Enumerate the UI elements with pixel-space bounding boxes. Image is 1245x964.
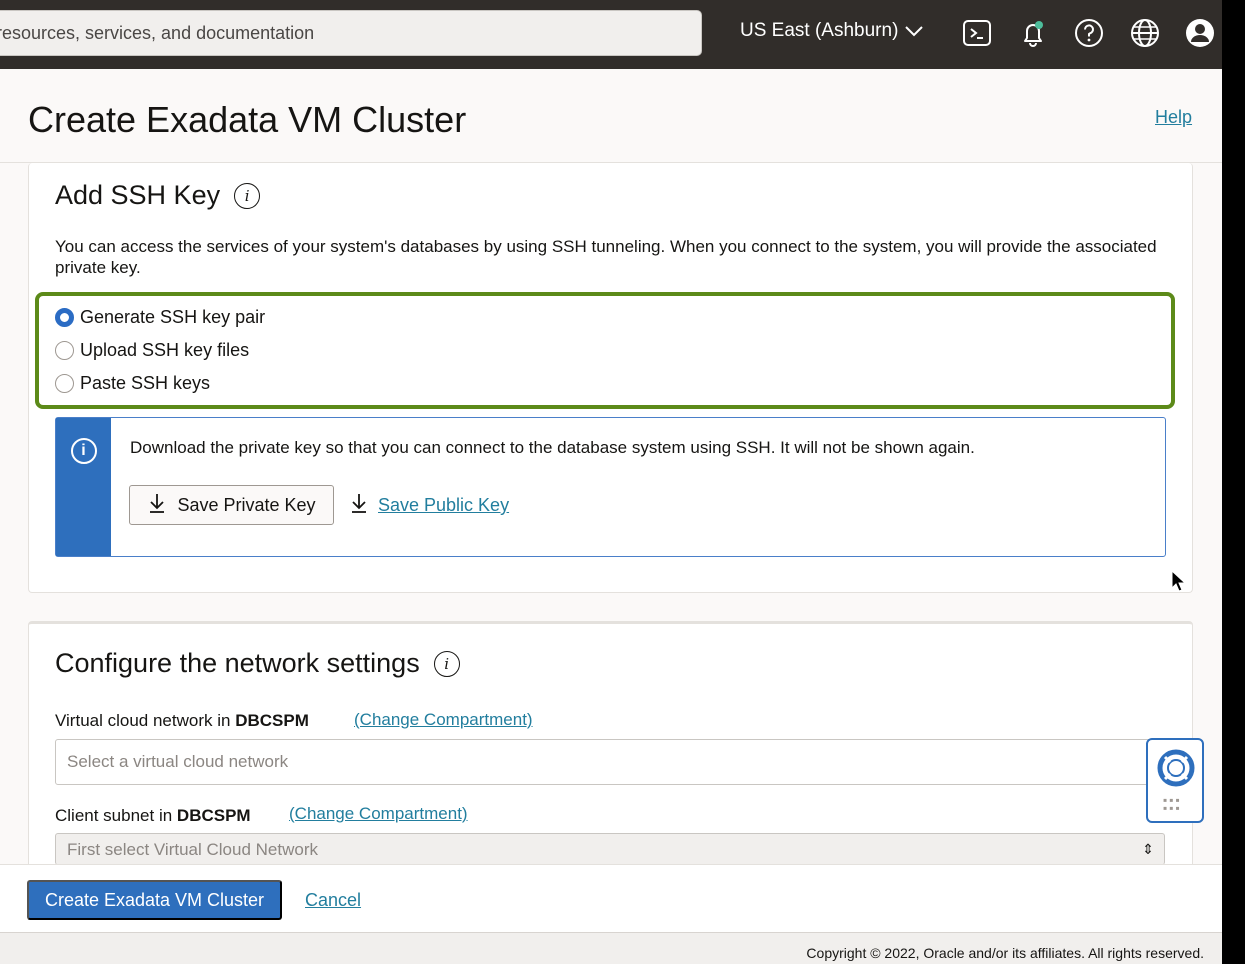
cloud-shell-icon[interactable] xyxy=(960,15,994,51)
form-footer: Create Exadata VM Cluster Cancel xyxy=(0,864,1222,932)
ssh-section-title: Add SSH Key i xyxy=(55,180,261,211)
download-icon xyxy=(147,492,167,519)
lifebuoy-icon xyxy=(1157,749,1195,787)
help-widget[interactable]: ▪▪▪ ▪▪▪ xyxy=(1146,738,1204,823)
mouse-cursor-icon xyxy=(1171,570,1187,592)
search-input[interactable]: resources, services, and documentation xyxy=(0,10,702,56)
region-selector[interactable]: US East (Ashburn) xyxy=(740,20,924,42)
globe-icon[interactable] xyxy=(1128,15,1162,51)
cancel-link[interactable]: Cancel xyxy=(305,890,361,911)
chevron-down-icon xyxy=(905,26,924,37)
bell-icon[interactable] xyxy=(1016,15,1050,51)
top-navigation-bar: resources, services, and documentation U… xyxy=(0,0,1222,69)
download-icon xyxy=(349,492,369,519)
vcn-label-prefix: Virtual cloud network in xyxy=(55,711,231,730)
radio-label: Paste SSH keys xyxy=(80,373,211,393)
info-box-side: i xyxy=(56,418,111,556)
subnet-label: Client subnet in DBCSPM xyxy=(55,806,251,826)
vcn-placeholder: Select a virtual cloud network xyxy=(67,752,289,771)
subnet-placeholder: First select Virtual Cloud Network xyxy=(67,839,318,859)
region-label: US East (Ashburn) xyxy=(740,20,899,41)
info-message-box: i Download the private key so that you c… xyxy=(55,417,1166,557)
copyright-bar: Copyright © 2022, Oracle and/or its affi… xyxy=(0,932,1222,964)
radio-label: Upload SSH key files xyxy=(80,340,250,360)
radio-upload-ssh[interactable]: Upload SSH key files xyxy=(55,340,249,361)
subnet-select: First select Virtual Cloud Network ⇕ xyxy=(55,833,1165,865)
subnet-change-compartment-link[interactable]: (Change Compartment) xyxy=(289,804,468,824)
network-title-text: Configure the network settings xyxy=(55,648,420,678)
user-icon[interactable] xyxy=(1183,15,1217,51)
help-icon[interactable] xyxy=(1072,15,1106,51)
radio-button[interactable] xyxy=(55,374,74,393)
ssh-title-text: Add SSH Key xyxy=(55,180,221,210)
vcn-compartment-name: DBCSPM xyxy=(235,711,309,730)
save-public-key-link[interactable]: Save Public Key xyxy=(349,492,509,519)
vcn-label: Virtual cloud network in DBCSPM xyxy=(55,711,309,731)
copyright-text: Copyright © 2022, Oracle and/or its affi… xyxy=(806,945,1204,961)
save-public-label: Save Public Key xyxy=(378,495,510,515)
create-cluster-button[interactable]: Create Exadata VM Cluster xyxy=(27,880,282,920)
radio-paste-ssh[interactable]: Paste SSH keys xyxy=(55,373,210,394)
page-title: Create Exadata VM Cluster xyxy=(28,99,467,140)
radio-button[interactable] xyxy=(55,341,74,360)
search-placeholder: resources, services, and documentation xyxy=(0,22,315,43)
radio-generate-ssh[interactable]: Generate SSH key pair xyxy=(55,307,265,328)
save-private-key-button[interactable]: Save Private Key xyxy=(129,485,334,525)
subnet-compartment-name: DBCSPM xyxy=(176,806,251,825)
info-icon[interactable]: i xyxy=(433,650,460,677)
info-icon[interactable]: i xyxy=(234,182,261,209)
page-header: Create Exadata VM Cluster Help xyxy=(0,69,1222,163)
help-link[interactable]: Help xyxy=(1155,107,1192,128)
subnet-label-prefix: Client subnet in xyxy=(55,806,173,825)
drag-handle-icon[interactable]: ▪▪▪ ▪▪▪ xyxy=(1163,794,1182,814)
save-private-label: Save Private Key xyxy=(177,494,316,515)
vcn-select[interactable]: Select a virtual cloud network xyxy=(55,739,1165,785)
window-edge xyxy=(1222,0,1245,964)
vcn-change-compartment-link[interactable]: (Change Compartment) xyxy=(354,710,533,730)
info-icon: i xyxy=(70,438,97,464)
radio-label: Generate SSH key pair xyxy=(80,307,266,327)
network-section-title: Configure the network settings i xyxy=(55,648,460,679)
radio-button-selected[interactable] xyxy=(55,308,74,327)
updown-chevron-icon: ⇕ xyxy=(1142,841,1154,857)
info-message-text: Download the private key so that you can… xyxy=(130,438,975,457)
ssh-description: You can access the services of your syst… xyxy=(55,237,1157,277)
